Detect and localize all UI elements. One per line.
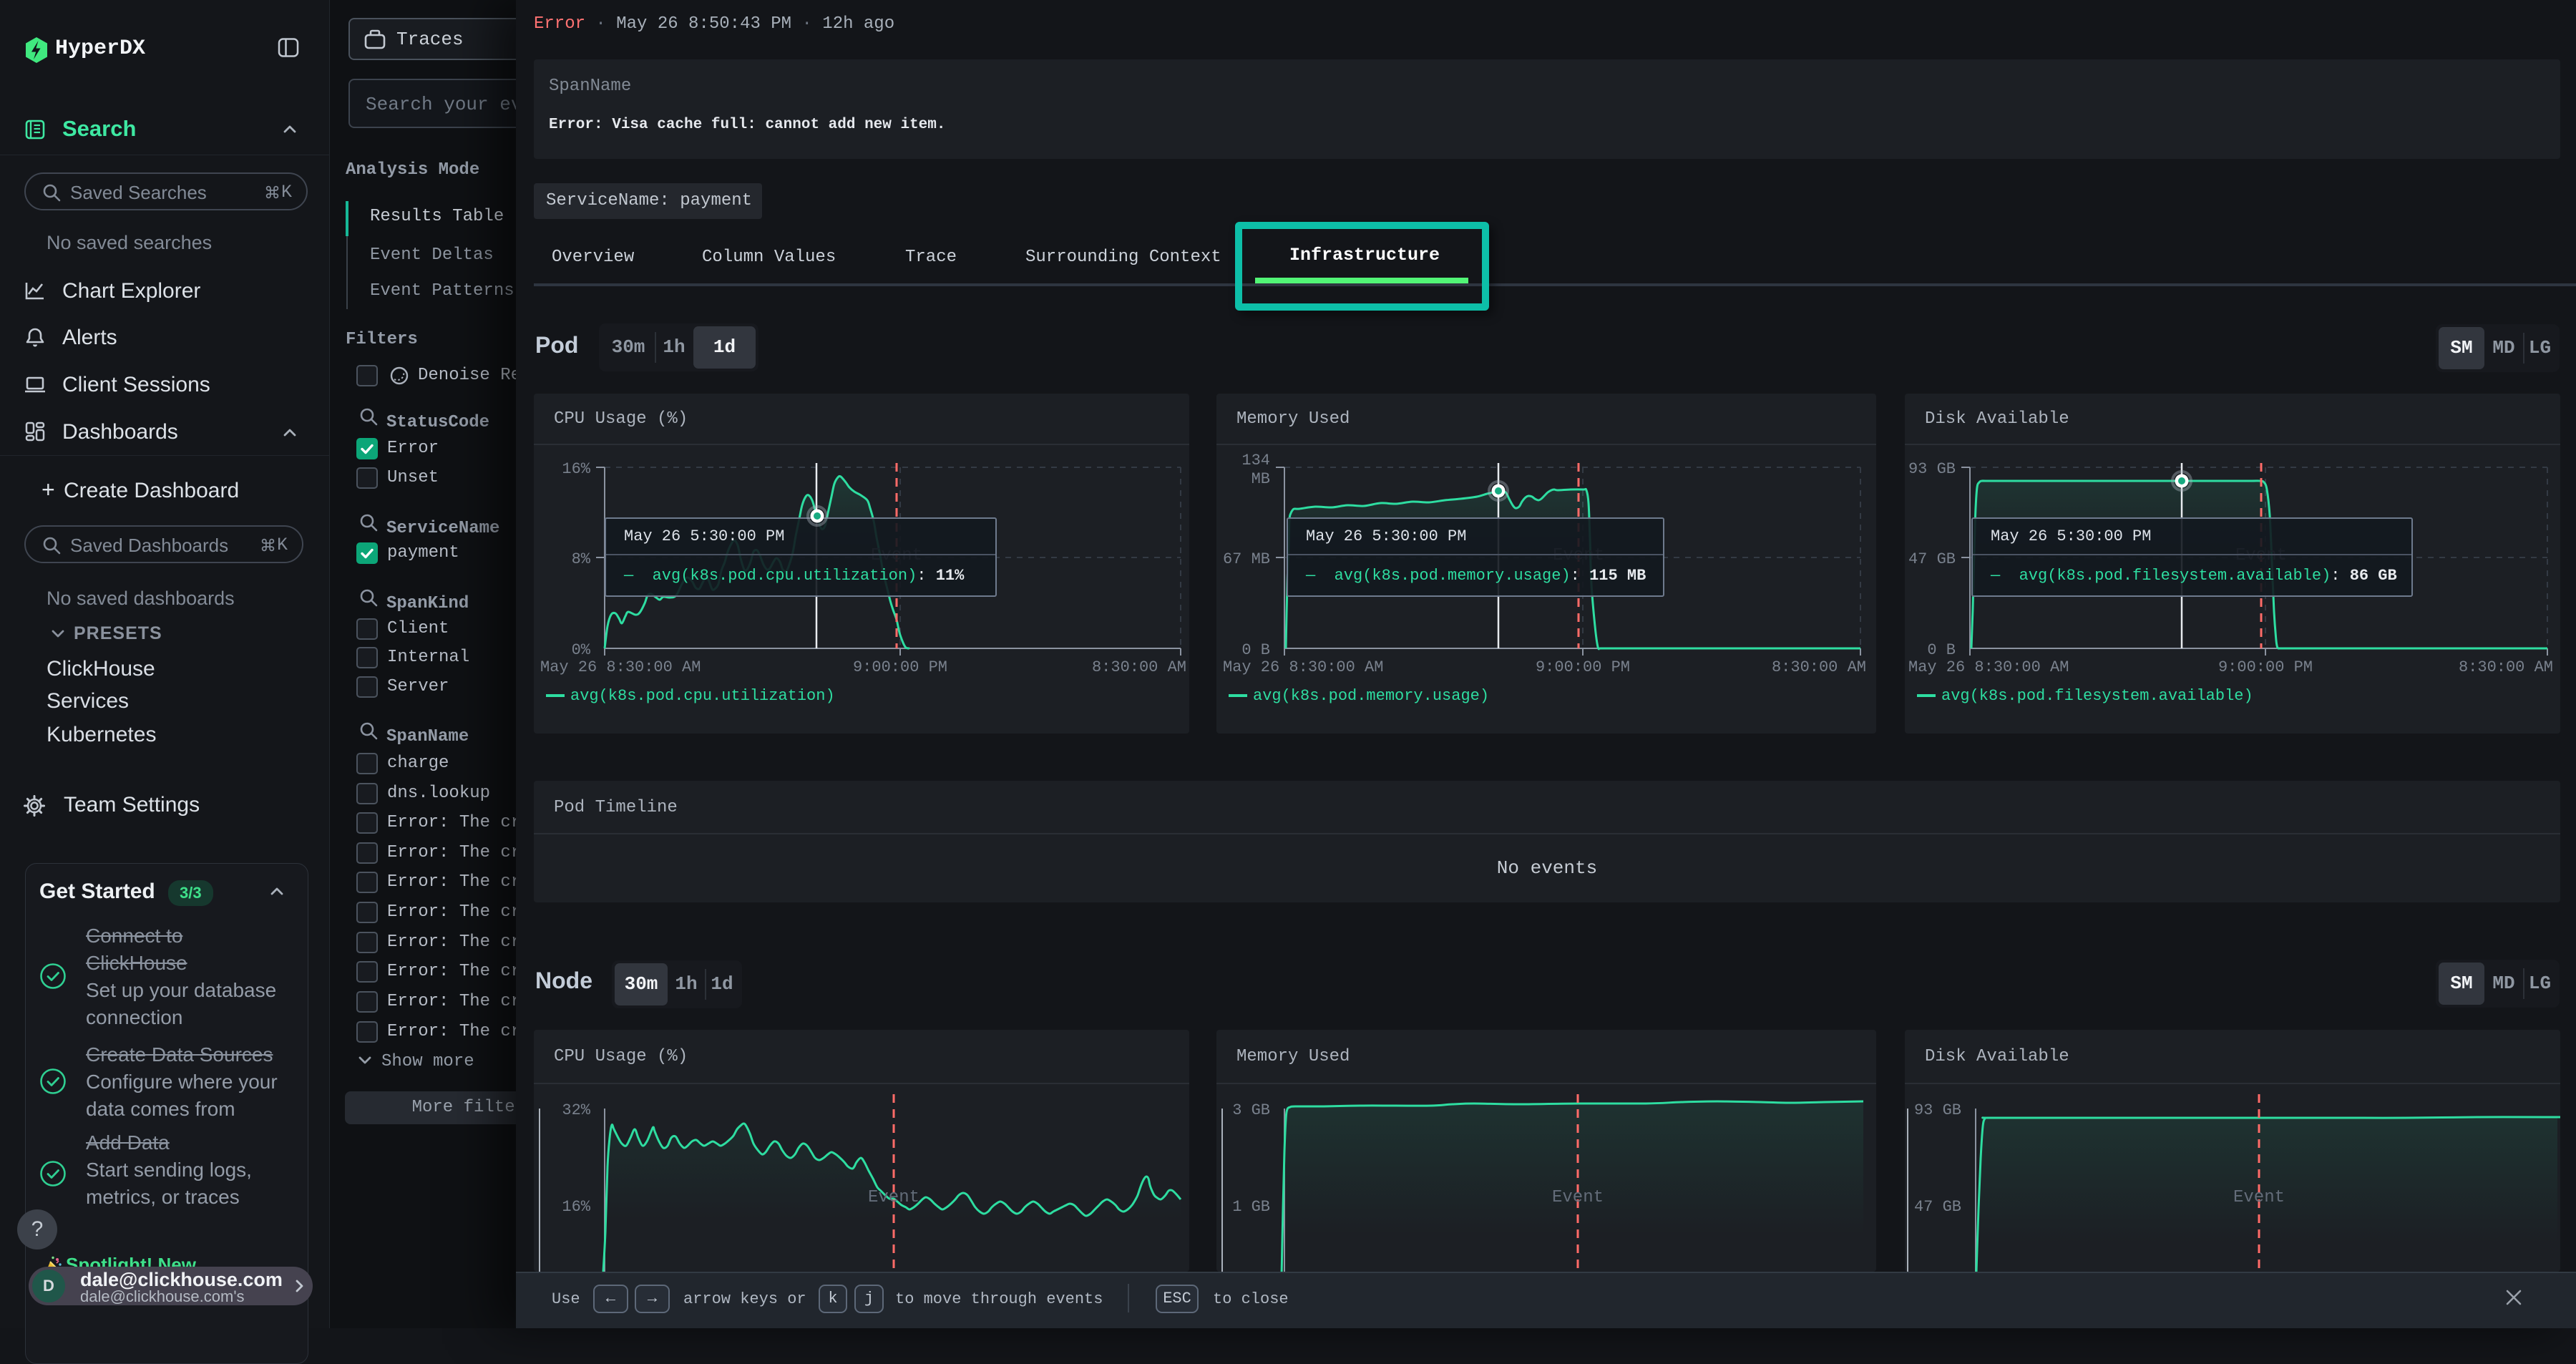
svg-text:Event: Event [2233,1188,2285,1207]
svg-text:16%: 16% [562,460,590,478]
svg-text:134: 134 [1241,452,1270,469]
svg-text:93 GB: 93 GB [1908,460,1956,478]
svg-text:9:00:00 PM: 9:00:00 PM [853,658,947,676]
svg-text:1 GB: 1 GB [1232,1198,1270,1216]
svg-text:May 26 8:30:00 AM: May 26 8:30:00 AM [1223,658,1383,676]
svg-text:32%: 32% [562,1101,590,1119]
svg-text:0 B: 0 B [1241,641,1270,659]
svg-text:67 MB: 67 MB [1223,550,1270,568]
svg-text:9:00:00 PM: 9:00:00 PM [2218,658,2313,676]
svg-text:Event: Event [1552,1188,1604,1207]
svg-text:9:00:00 PM: 9:00:00 PM [1536,658,1630,676]
svg-text:Event: Event [868,1188,919,1207]
svg-text:16%: 16% [562,1198,590,1216]
svg-text:MB: MB [1252,470,1270,488]
svg-text:May 26 8:30:00 AM: May 26 8:30:00 AM [1908,658,2069,676]
svg-text:93 GB: 93 GB [1914,1101,1961,1119]
svg-text:8:30:00 AM: 8:30:00 AM [1092,658,1186,676]
svg-text:47 GB: 47 GB [1914,1198,1961,1216]
svg-text:0%: 0% [572,641,591,659]
svg-text:0 B: 0 B [1927,641,1956,659]
svg-text:May 26 8:30:00 AM: May 26 8:30:00 AM [540,658,701,676]
svg-text:47 GB: 47 GB [1908,550,1956,568]
svg-text:8:30:00 AM: 8:30:00 AM [1772,658,1866,676]
svg-text:3 GB: 3 GB [1232,1101,1270,1119]
svg-text:8:30:00 AM: 8:30:00 AM [2459,658,2553,676]
svg-text:8%: 8% [572,550,591,568]
